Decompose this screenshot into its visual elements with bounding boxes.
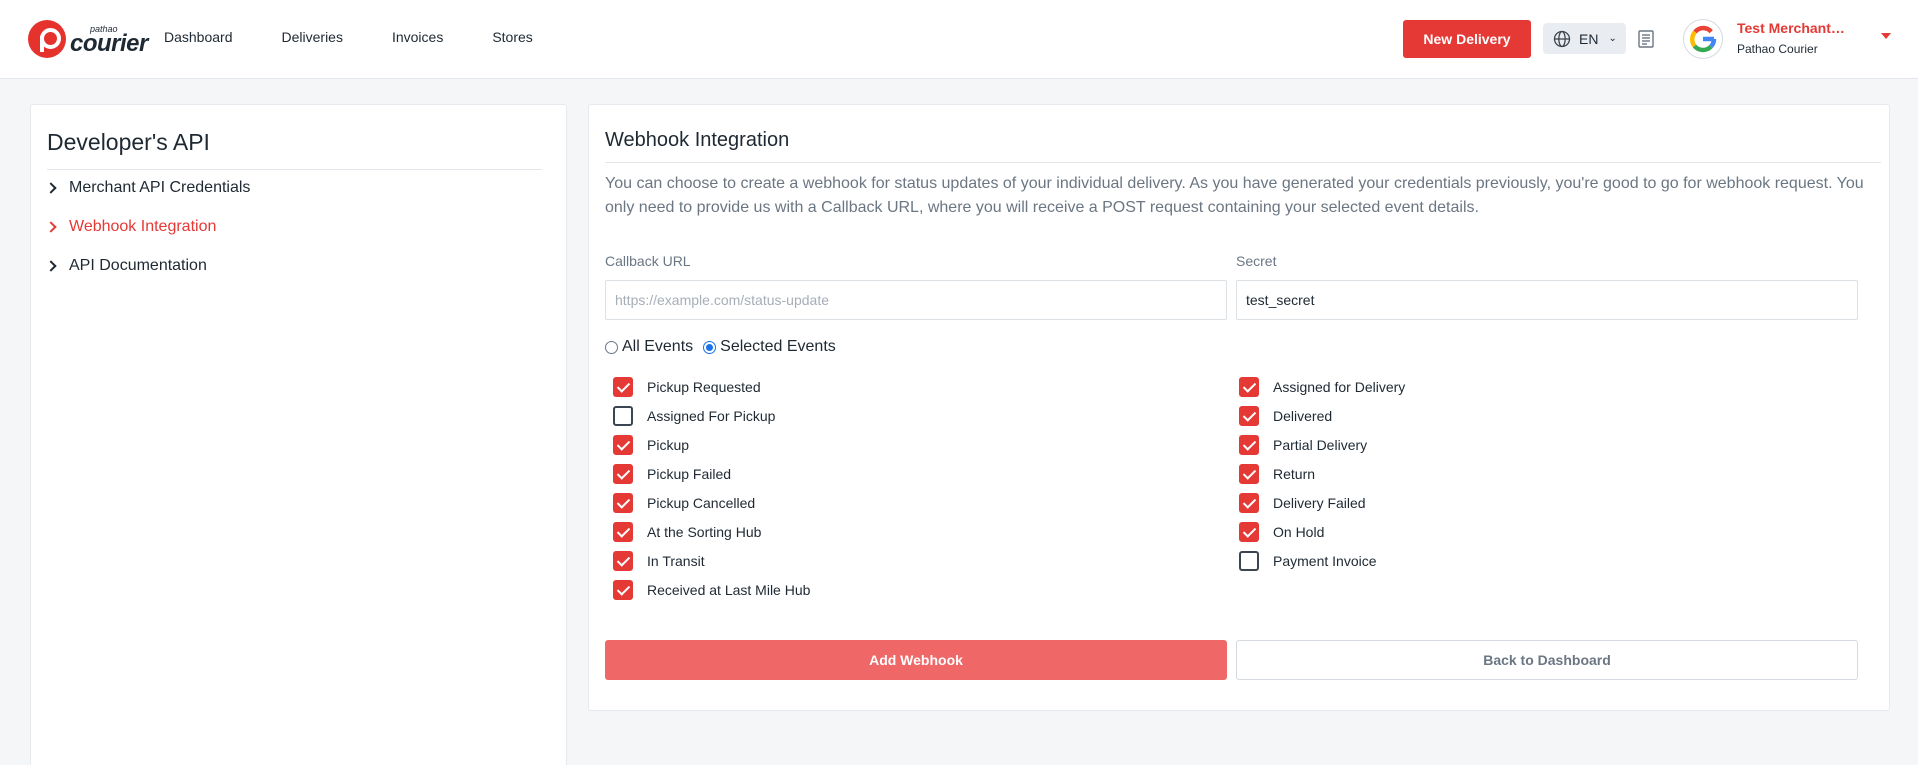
chevron-right-icon: [45, 260, 57, 272]
selected-events-radio[interactable]: [703, 340, 717, 354]
checkbox[interactable]: [613, 377, 633, 397]
top-navbar: pathao courier Dashboard Deliveries Invo…: [0, 0, 1918, 79]
developer-api-sidebar: Developer's API Merchant API Credentials…: [30, 104, 567, 765]
event-label: Received at Last Mile Hub: [647, 582, 811, 598]
pathao-logo-icon: [28, 20, 66, 58]
event-pickup-requested[interactable]: Pickup Requested: [613, 377, 761, 397]
event-label: Assigned for Delivery: [1273, 379, 1406, 395]
event-return[interactable]: Return: [1239, 464, 1315, 484]
sidebar-item-api-documentation[interactable]: API Documentation: [45, 257, 207, 275]
document-list-icon[interactable]: [1636, 29, 1656, 49]
language-selector[interactable]: EN ⌄: [1543, 23, 1626, 54]
new-delivery-button[interactable]: New Delivery: [1403, 20, 1531, 58]
chevron-down-icon: ⌄: [1608, 33, 1617, 44]
sidebar-item-label: Webhook Integration: [69, 218, 217, 235]
checkbox[interactable]: [1239, 377, 1259, 397]
event-pickup[interactable]: Pickup: [613, 435, 689, 455]
sidebar-item-label: API Documentation: [69, 257, 207, 274]
event-label: Pickup: [647, 437, 690, 453]
event-mode-radio-group: All Events Selected Events: [605, 338, 846, 356]
sidebar-title: Developer's API: [47, 129, 210, 155]
checkbox[interactable]: [1239, 493, 1259, 513]
nav-invoices[interactable]: Invoices: [392, 26, 443, 48]
main-nav: Dashboard Deliveries Invoices Stores: [164, 26, 582, 48]
all-events-radio[interactable]: [605, 340, 618, 354]
chevron-right-icon: [45, 182, 57, 194]
event-label: Partial Delivery: [1273, 437, 1368, 453]
checkbox[interactable]: [1239, 522, 1259, 542]
card-title: Webhook Integration: [605, 129, 790, 151]
caret-down-icon[interactable]: [1881, 33, 1891, 39]
event-on-hold[interactable]: On Hold: [1239, 522, 1324, 542]
user-avatar[interactable]: [1683, 19, 1723, 59]
event-label: Return: [1273, 466, 1316, 482]
checkbox[interactable]: [613, 464, 633, 484]
secret-label: Secret: [1236, 253, 1277, 269]
chevron-right-icon: [45, 221, 57, 233]
google-logo-icon: [1689, 25, 1717, 53]
event-delivered[interactable]: Delivered: [1239, 406, 1332, 426]
nav-deliveries[interactable]: Deliveries: [282, 26, 343, 48]
event-in-transit[interactable]: In Transit: [613, 551, 705, 571]
sidebar-item-label: Merchant API Credentials: [69, 179, 251, 196]
user-company: Pathao Courier: [1737, 42, 1818, 56]
nav-dashboard[interactable]: Dashboard: [164, 26, 233, 48]
checkbox[interactable]: [613, 551, 633, 571]
event-label: Pickup Requested: [647, 379, 761, 395]
event-label: Delivered: [1273, 408, 1333, 424]
card-divider: [605, 162, 1881, 163]
checkbox[interactable]: [1239, 464, 1259, 484]
sidebar-item-merchant-api-credentials[interactable]: Merchant API Credentials: [45, 179, 251, 197]
event-label: Delivery Failed: [1273, 495, 1366, 511]
checkbox[interactable]: [613, 435, 633, 455]
event-partial-delivery[interactable]: Partial Delivery: [1239, 435, 1367, 455]
checkbox[interactable]: [613, 580, 633, 600]
add-webhook-button[interactable]: Add Webhook: [605, 640, 1227, 680]
checkbox[interactable]: [1239, 551, 1259, 571]
sidebar-divider: [47, 169, 542, 170]
selected-events-label[interactable]: Selected Events: [720, 338, 836, 356]
all-events-label[interactable]: All Events: [622, 338, 693, 356]
callback-url-input[interactable]: [605, 280, 1227, 320]
checkbox[interactable]: [613, 406, 633, 426]
event-pickup-cancelled[interactable]: Pickup Cancelled: [613, 493, 755, 513]
event-delivery-failed[interactable]: Delivery Failed: [1239, 493, 1366, 513]
language-code: EN: [1579, 30, 1599, 47]
event-assigned-for-pickup[interactable]: Assigned For Pickup: [613, 406, 775, 426]
checkbox[interactable]: [613, 522, 633, 542]
event-label: In Transit: [647, 553, 705, 569]
checkbox[interactable]: [1239, 435, 1259, 455]
checkbox[interactable]: [613, 493, 633, 513]
event-label: On Hold: [1273, 524, 1325, 540]
nav-stores[interactable]: Stores: [492, 26, 532, 48]
event-received-last-mile-hub[interactable]: Received at Last Mile Hub: [613, 580, 810, 600]
secret-input[interactable]: [1236, 280, 1858, 320]
globe-icon: [1553, 30, 1571, 47]
user-name[interactable]: Test Merchant (Do...: [1737, 20, 1845, 36]
sidebar-item-webhook-integration[interactable]: Webhook Integration: [45, 218, 217, 236]
callback-url-label: Callback URL: [605, 253, 691, 269]
checkbox[interactable]: [1239, 406, 1259, 426]
logo-wordmark: pathao courier: [70, 20, 170, 58]
event-at-sorting-hub[interactable]: At the Sorting Hub: [613, 522, 761, 542]
event-payment-invoice[interactable]: Payment Invoice: [1239, 551, 1377, 571]
event-label: At the Sorting Hub: [647, 524, 762, 540]
logo-big-text: courier: [70, 30, 148, 57]
event-label: Pickup Failed: [647, 466, 732, 482]
event-label: Assigned For Pickup: [647, 408, 776, 424]
webhook-description: You can choose to create a webhook for s…: [605, 175, 1864, 216]
event-label: Pickup Cancelled: [647, 495, 756, 511]
event-label: Payment Invoice: [1273, 553, 1377, 569]
event-assigned-for-delivery[interactable]: Assigned for Delivery: [1239, 377, 1405, 397]
pathao-courier-logo[interactable]: pathao courier: [28, 20, 170, 58]
back-to-dashboard-button[interactable]: Back to Dashboard: [1236, 640, 1858, 680]
webhook-integration-card: Webhook Integration You can choose to cr…: [588, 104, 1890, 711]
event-pickup-failed[interactable]: Pickup Failed: [613, 464, 731, 484]
